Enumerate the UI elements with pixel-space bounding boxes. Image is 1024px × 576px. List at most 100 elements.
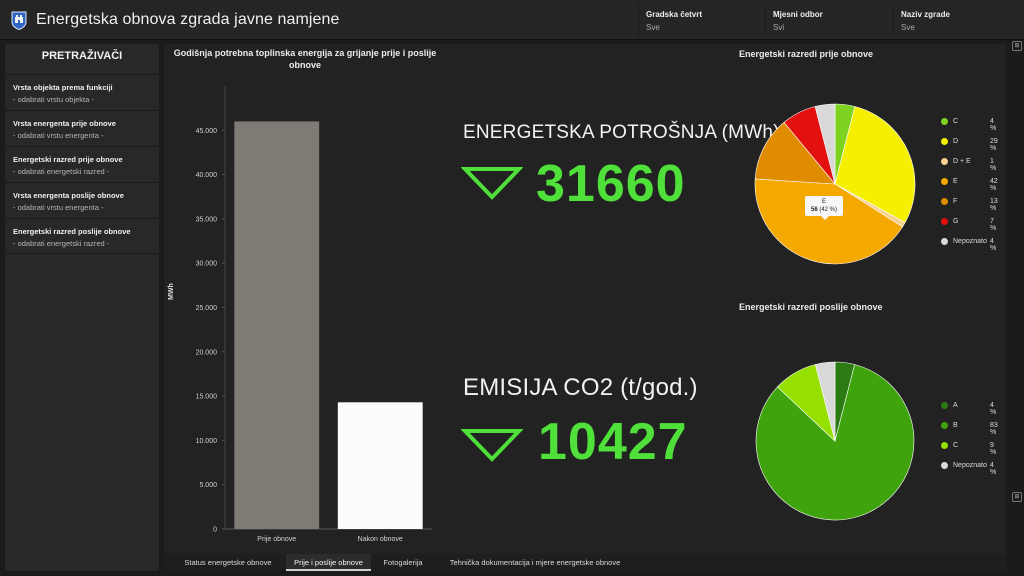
tab-prije-poslije[interactable]: Prije i poslije obnove — [286, 554, 371, 571]
legend-item[interactable]: D 29 % — [941, 137, 1001, 157]
bar-y-tick-label: 15.000 — [196, 394, 218, 401]
legend-label: D + E — [953, 158, 971, 165]
bar-y-tick-label: 40.000 — [196, 172, 218, 179]
selector-placeholder: - odabrati vrstu objekta - — [13, 95, 94, 104]
legend-swatch — [941, 462, 948, 469]
kpi-co2-value: 10427 — [538, 413, 688, 471]
tab-status[interactable]: Status energetske obnove — [173, 554, 283, 571]
selector-vrsta-objekta[interactable]: Vrsta objekta prema funkciji - odabrati … — [5, 74, 159, 110]
legend-item[interactable]: F 13 % — [941, 197, 1001, 217]
filter-mjesni-odbor[interactable]: Mjesni odbor Svi — [765, 4, 893, 36]
tab-tehnicka-dokumentacija[interactable]: Tehnička dokumentacija i mjere energetsk… — [442, 554, 628, 571]
legend-label: Nepoznato — [953, 238, 987, 245]
filter-label: Mjesni odbor — [773, 10, 823, 19]
bottom-tabs: Status energetske obnove Prije i poslije… — [164, 554, 1006, 571]
selector-energent-prije[interactable]: Vrsta energenta prije obnove - odabrati … — [5, 110, 159, 146]
legend-item[interactable]: A 4 % — [941, 401, 1001, 421]
pie-after-legend: A 4 % B 83 % C 9 % Nepoznato 4 % — [941, 401, 1001, 481]
legend-label: E — [953, 178, 958, 185]
tooltip-value: 56 — [810, 207, 818, 213]
selector-label: Vrsta energenta prije obnove — [13, 119, 116, 128]
bar-chart: 0 5.000 10.000 15.000 20.000 25.000 30.000 35.0… — [196, 86, 432, 543]
selector-label: Energetski razred poslije obnove — [13, 227, 131, 236]
legend-item[interactable]: E 42 % — [941, 177, 1001, 197]
filter-gradska-cetvrt[interactable]: Gradska četvrt Sve — [638, 4, 764, 36]
legend-percent: 4 % — [990, 402, 997, 416]
legend-swatch — [941, 238, 948, 245]
bar[interactable] — [337, 402, 423, 529]
legend-item[interactable]: Nepoznato 4 % — [941, 461, 1001, 481]
pie-chart-before — [754, 103, 916, 265]
pie-tooltip: E 56 (42 %) — [805, 196, 843, 220]
legend-label: C — [953, 442, 959, 449]
header-bar: Energetska obnova zgrada javne namjene G… — [0, 0, 1024, 40]
selector-placeholder: - odabrati energetski razred - — [13, 239, 110, 248]
selector-razred-poslije[interactable]: Energetski razred poslije obnove - odabr… — [5, 218, 159, 254]
bar-y-tick-label: 20.000 — [196, 349, 218, 356]
legend-label: D — [953, 138, 959, 145]
legend-percent: 4 % — [990, 118, 997, 132]
pie-before-title: Energetski razredi prije obnove — [739, 49, 874, 59]
filter-naziv-zgrade[interactable]: Naziv zgrade Sve — [893, 4, 1019, 36]
legend-label: F — [953, 198, 958, 205]
selector-label: Vrsta energenta poslije obnove — [13, 191, 124, 200]
filter-label: Gradska četvrt — [646, 10, 703, 19]
legend-swatch — [941, 218, 948, 225]
legend-swatch — [941, 198, 948, 205]
tooltip-category: E — [821, 199, 826, 205]
legend-swatch — [941, 138, 948, 145]
legend-swatch — [941, 158, 948, 165]
legend-percent: 9 % — [990, 442, 997, 456]
bar-y-tick-label: 25.000 — [196, 305, 218, 312]
dashboard: Energetska obnova zgrada javne namjene G… — [0, 0, 1024, 576]
bar-x-tick-label: Nakon obnove — [358, 536, 403, 543]
expand-icon[interactable]: ⊞ — [1012, 41, 1022, 51]
kpi-energy-value: 31660 — [536, 155, 686, 213]
pie-chart-after — [755, 361, 915, 521]
down-triangle-icon — [461, 167, 523, 200]
legend-percent: 29 % — [990, 138, 998, 152]
legend-swatch — [941, 118, 948, 125]
search-sidebar: PRETRAŽIVAČI Vrsta objekta prema funkcij… — [5, 44, 159, 571]
bar[interactable] — [234, 121, 320, 529]
legend-item[interactable]: D + E 1 % — [941, 157, 1001, 177]
legend-item[interactable]: C 4 % — [941, 117, 1001, 137]
tab-fotogalerija[interactable]: Fotogalerija — [376, 554, 430, 571]
legend-item[interactable]: Nepoznato 4 % — [941, 237, 1001, 257]
legend-percent: 1 % — [990, 158, 997, 172]
selector-placeholder: - odabrati vrstu energenta - — [13, 203, 104, 212]
expand-icon[interactable]: ⊞ — [1012, 492, 1022, 502]
pie-after-title: Energetski razredi poslije obnove — [739, 302, 883, 312]
legend-label: C — [953, 118, 959, 125]
selector-placeholder: - odabrati vrstu energenta - — [13, 131, 104, 140]
tooltip-percent: (42 %) — [819, 207, 838, 213]
down-triangle-icon — [461, 429, 523, 462]
legend-label: G — [953, 218, 959, 225]
bar-y-tick-label: 35.000 — [196, 216, 218, 223]
kpi-co2-label: EMISIJA CO2 (t/god.) — [463, 374, 698, 401]
legend-percent: 7 % — [990, 218, 997, 232]
filter-value: Sve — [646, 23, 660, 32]
bar-y-tick-label: 5.000 — [199, 482, 217, 489]
city-crest-icon — [11, 11, 27, 30]
legend-label: B — [953, 422, 958, 429]
legend-item[interactable]: G 7 % — [941, 217, 1001, 237]
app-title: Energetska obnova zgrada javne namjene — [36, 11, 340, 28]
legend-swatch — [941, 402, 948, 409]
selector-energent-poslije[interactable]: Vrsta energenta poslije obnove - odabrat… — [5, 182, 159, 218]
bar-chart-title: Godišnja potrebna toplinska energija za … — [173, 48, 437, 70]
selector-placeholder: - odabrati energetski razred - — [13, 167, 110, 176]
bar-y-tick-label: 10.000 — [196, 438, 218, 445]
bar-y-tick-label: 30.000 — [196, 261, 218, 268]
legend-swatch — [941, 442, 948, 449]
legend-percent: 13 % — [990, 198, 998, 212]
legend-percent: 4 % — [990, 462, 997, 476]
legend-label: A — [953, 402, 958, 409]
legend-percent: 83 % — [990, 422, 998, 436]
selector-label: Energetski razred prije obnove — [13, 155, 123, 164]
legend-item[interactable]: B 83 % — [941, 421, 1001, 441]
legend-item[interactable]: C 9 % — [941, 441, 1001, 461]
sidebar-title: PRETRAŽIVAČI — [41, 50, 123, 62]
selector-razred-prije[interactable]: Energetski razred prije obnove - odabrat… — [5, 146, 159, 182]
pie-before-legend: C4 % D 29 % D + E1 % E 42 % F 13 % G 7 % Nepoznato… — [941, 117, 1001, 257]
